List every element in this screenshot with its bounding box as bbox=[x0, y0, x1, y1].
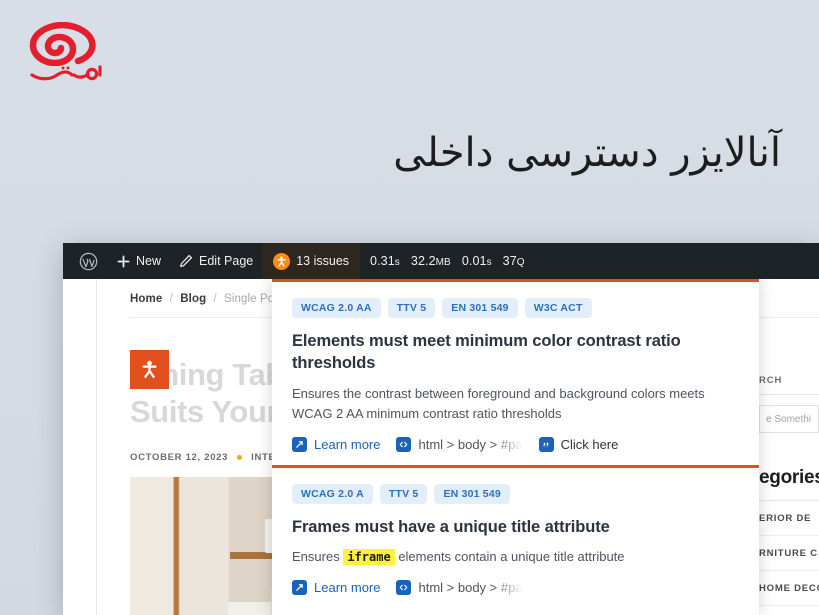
page-title: آنالایزر دسترسی داخلی bbox=[393, 130, 781, 176]
issue-card[interactable]: WCAG 2.0 A TTV 5 EN 301 549 Frames must … bbox=[272, 468, 759, 608]
accessibility-person-icon bbox=[142, 360, 157, 378]
code-icon bbox=[396, 580, 412, 596]
breadcrumb-separator: / bbox=[169, 293, 173, 305]
browser-screenshot: New Edit Page 13 issues 0.31s 32.2MB 0.0… bbox=[63, 243, 819, 615]
wordpress-menu-button[interactable] bbox=[75, 243, 108, 279]
spiral-logo-icon bbox=[29, 22, 96, 66]
selector-action[interactable]: html > body > #pa bbox=[396, 580, 523, 596]
sidebar-categories-heading: egories bbox=[759, 467, 819, 488]
performance-metrics[interactable]: 0.31s 32.2MB 0.01s 37Q bbox=[360, 254, 535, 268]
metric-memory: 32.2MB bbox=[410, 254, 451, 268]
selector-action[interactable]: html > body > #pa bbox=[396, 436, 523, 452]
issue-standard-tags: WCAG 2.0 AA TTV 5 EN 301 549 W3C ACT bbox=[292, 298, 739, 318]
issue-actions: Learn more html > body > #pa bbox=[292, 580, 739, 596]
sidebar-category-item[interactable]: ERIOR DE bbox=[759, 501, 819, 536]
new-content-button[interactable]: New bbox=[108, 243, 170, 279]
standard-tag: TTV 5 bbox=[387, 298, 436, 318]
post-date: OCTOBER 12, 2023 bbox=[130, 452, 229, 464]
edit-page-button[interactable]: Edit Page bbox=[170, 243, 262, 279]
code-icon bbox=[396, 436, 412, 452]
issue-standard-tags: WCAG 2.0 A TTV 5 EN 301 549 bbox=[292, 483, 739, 504]
sidebar-search-input[interactable]: e Somethi bbox=[759, 405, 819, 433]
external-link-icon bbox=[292, 580, 307, 596]
breadcrumb-separator: / bbox=[213, 293, 217, 305]
issue-card[interactable]: WCAG 2.0 AA TTV 5 EN 301 549 W3C ACT Ele… bbox=[272, 282, 759, 468]
learn-more-label: Learn more bbox=[314, 436, 381, 452]
click-here-label: Click here bbox=[560, 436, 619, 452]
a11y-issues-label: 13 issues bbox=[296, 254, 350, 268]
learn-more-action[interactable]: Learn more bbox=[292, 436, 381, 452]
a11y-issues-button[interactable]: 13 issues bbox=[262, 243, 361, 279]
plus-icon bbox=[117, 255, 130, 267]
sidebar-search-placeholder: e Somethi bbox=[766, 413, 812, 425]
metric-query-time: 0.01s bbox=[461, 254, 492, 268]
standard-tag: TTV 5 bbox=[379, 483, 428, 504]
standard-tag: EN 301 549 bbox=[434, 483, 510, 504]
brand-logo bbox=[28, 22, 106, 84]
highlighted-code-token: iframe bbox=[343, 549, 395, 566]
accessibility-person-icon bbox=[273, 252, 291, 270]
issue-title: Elements must meet minimum color contras… bbox=[292, 332, 681, 373]
issue-description: Ensures the contrast between foreground … bbox=[292, 385, 705, 421]
dom-selector: html > body > #pa bbox=[418, 580, 523, 596]
standard-tag: WCAG 2.0 A bbox=[292, 483, 373, 504]
sidebar-category-item[interactable]: HOME DECOR bbox=[759, 571, 819, 606]
edit-page-label: Edit Page bbox=[199, 254, 254, 268]
quote-icon bbox=[538, 436, 554, 452]
brand-wordmark-icon bbox=[30, 65, 102, 81]
learn-more-label: Learn more bbox=[314, 580, 381, 596]
metric-load-time: 0.31s bbox=[370, 254, 400, 268]
meta-separator-dot bbox=[237, 455, 243, 461]
issue-title: Frames must have a unique title attribut… bbox=[292, 517, 610, 536]
metric-query-count: 37Q bbox=[502, 254, 525, 268]
photo-box-detail bbox=[227, 601, 271, 615]
issue-actions: Learn more html > body > #pa bbox=[292, 436, 739, 452]
pencil-icon bbox=[180, 254, 193, 268]
breadcrumb-blog[interactable]: Blog bbox=[180, 293, 206, 305]
wordpress-icon bbox=[79, 252, 98, 270]
sidebar-search-heading: RCH bbox=[759, 375, 783, 386]
external-link-icon bbox=[292, 436, 307, 452]
new-label: New bbox=[136, 254, 162, 268]
sidebar-category-item[interactable]: RNITURE C bbox=[759, 536, 819, 571]
wp-admin-bar: New Edit Page 13 issues 0.31s 32.2MB 0.0… bbox=[63, 243, 819, 279]
click-here-action[interactable]: Click here bbox=[538, 436, 619, 452]
dom-selector: html > body > #pa bbox=[418, 436, 523, 452]
standard-tag: EN 301 549 bbox=[442, 298, 518, 318]
site-sidebar: RCH e Somethi egories ERIOR DE RNITURE C… bbox=[755, 375, 819, 606]
learn-more-action[interactable]: Learn more bbox=[292, 580, 381, 596]
standard-tag: WCAG 2.0 AA bbox=[292, 298, 381, 318]
issue-description: Ensures iframe elements contain a unique… bbox=[292, 547, 739, 567]
issue-description-suffix: elements contain a unique title attribut… bbox=[398, 549, 625, 565]
sidebar-divider bbox=[759, 394, 819, 395]
issue-description-prefix: Ensures bbox=[292, 549, 340, 565]
a11y-issue-marker[interactable] bbox=[130, 350, 169, 389]
standard-tag: W3C ACT bbox=[524, 298, 592, 318]
accessibility-issues-panel: WCAG 2.0 AA TTV 5 EN 301 549 W3C ACT Ele… bbox=[272, 279, 759, 615]
breadcrumb-home[interactable]: Home bbox=[130, 293, 162, 305]
